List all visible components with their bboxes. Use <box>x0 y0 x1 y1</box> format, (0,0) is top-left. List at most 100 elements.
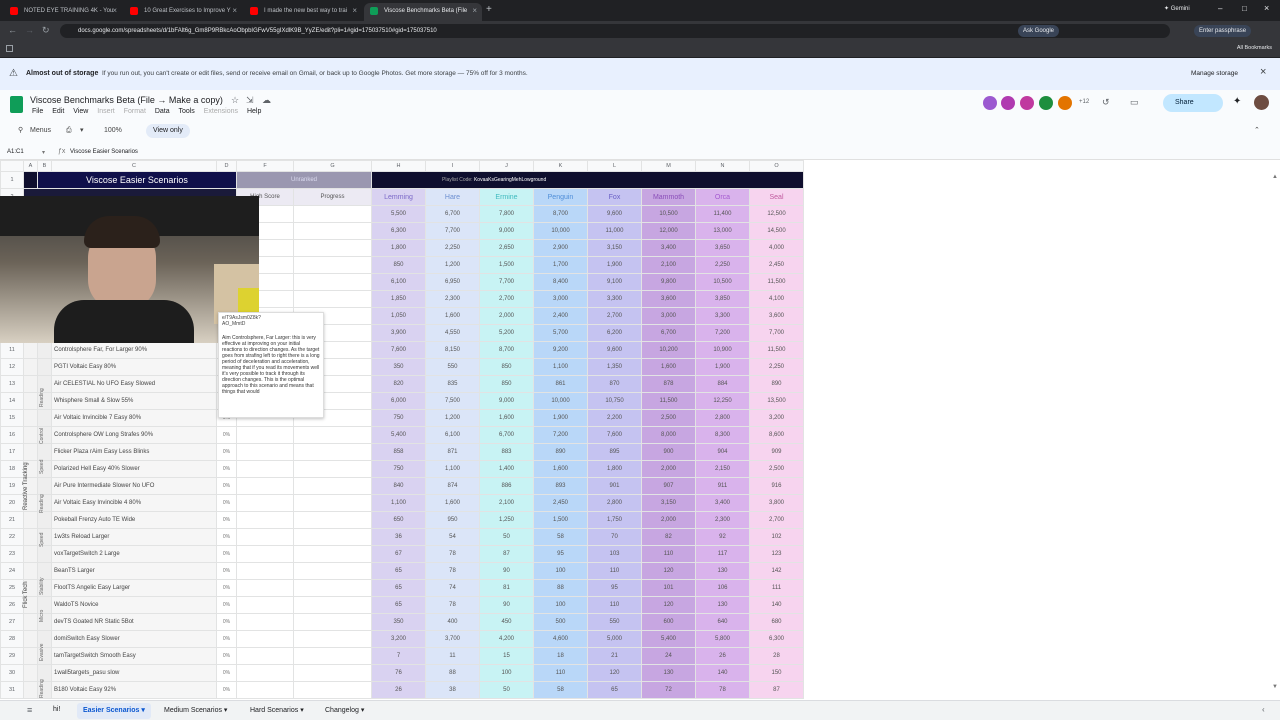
close-tab-icon[interactable]: × <box>352 3 357 19</box>
rank-threshold-cell[interactable]: 1,900 <box>587 256 642 274</box>
high-score-cell[interactable] <box>236 630 294 648</box>
rank-threshold-cell[interactable]: 3,000 <box>641 307 696 325</box>
rank-threshold-cell[interactable]: 640 <box>695 613 750 631</box>
menu-edit[interactable]: Edit <box>52 108 64 115</box>
gemini-sheets-icon[interactable]: ✦ <box>1233 96 1241 107</box>
scenario-name[interactable]: tamTargetSwitch Smooth Easy <box>51 647 217 665</box>
rank-threshold-cell[interactable]: 3,150 <box>641 494 696 512</box>
rank-threshold-cell[interactable]: 100 <box>479 664 534 682</box>
rank-threshold-cell[interactable]: 1,600 <box>479 409 534 427</box>
sheet-tab-hard-scenarios[interactable]: Hard Scenarios ▾ <box>250 706 304 714</box>
rank-threshold-cell[interactable]: 11 <box>425 647 480 665</box>
rank-threshold-cell[interactable]: 3,700 <box>425 630 480 648</box>
maximize-button[interactable]: □ <box>1242 4 1247 13</box>
rank-header-penguin[interactable]: Penguin <box>533 188 588 206</box>
rank-threshold-cell[interactable]: 50 <box>479 528 534 546</box>
progress-cell[interactable] <box>293 681 372 699</box>
scenario-name[interactable]: B180 Voltaic Easy 92% <box>51 681 217 699</box>
rank-threshold-cell[interactable]: 4,100 <box>749 290 804 308</box>
rank-threshold-cell[interactable]: 900 <box>641 443 696 461</box>
rank-threshold-cell[interactable]: 90 <box>479 562 534 580</box>
rank-threshold-cell[interactable]: 81 <box>479 579 534 597</box>
progress-percent[interactable]: 0% <box>216 630 237 648</box>
rank-threshold-cell[interactable]: 893 <box>533 477 588 495</box>
rank-threshold-cell[interactable]: 650 <box>371 511 426 529</box>
rank-threshold-cell[interactable]: 2,800 <box>587 494 642 512</box>
progress-percent[interactable]: 0% <box>216 579 237 597</box>
menu-data[interactable]: Data <box>155 108 170 115</box>
rank-threshold-cell[interactable]: 14,500 <box>749 222 804 240</box>
scenario-name[interactable]: Air CELESTIAL No UFO Easy Slowed <box>51 375 217 393</box>
rank-threshold-cell[interactable]: 1,600 <box>641 358 696 376</box>
sheet-tab-medium-scenarios[interactable]: Medium Scenarios ▾ <box>164 706 227 714</box>
sheet-tab-easier-scenarios[interactable]: Easier Scenarios ▾ <box>77 703 151 719</box>
rank-threshold-cell[interactable]: 7 <box>371 647 426 665</box>
rank-threshold-cell[interactable]: 13,000 <box>695 222 750 240</box>
row-number[interactable]: 14 <box>0 392 24 410</box>
progress-cell[interactable] <box>293 511 372 529</box>
scenario-name[interactable]: FlootTS Angelic Easy Larger <box>51 579 217 597</box>
rank-threshold-cell[interactable]: 883 <box>479 443 534 461</box>
rank-threshold-cell[interactable]: 7,500 <box>425 392 480 410</box>
rank-threshold-cell[interactable]: 3,300 <box>587 290 642 308</box>
high-score-cell[interactable] <box>236 647 294 665</box>
star-icon[interactable]: ☆ <box>231 95 239 106</box>
rank-threshold-cell[interactable]: 11,000 <box>587 222 642 240</box>
high-score-cell[interactable] <box>236 443 294 461</box>
rank-threshold-cell[interactable]: 12,500 <box>749 205 804 223</box>
high-score-cell[interactable] <box>236 477 294 495</box>
avatar[interactable] <box>1058 96 1072 110</box>
formula-input[interactable]: Viscose Easier Scenarios <box>70 149 138 155</box>
menu-view[interactable]: View <box>73 108 88 115</box>
progress-cell[interactable] <box>293 222 372 240</box>
rank-threshold-cell[interactable]: 3,400 <box>641 239 696 257</box>
browser-tab[interactable]: I made the new best way to trai × <box>244 3 362 21</box>
progress-cell[interactable] <box>293 426 372 444</box>
rank-threshold-cell[interactable]: 2,700 <box>587 307 642 325</box>
rank-threshold-cell[interactable]: 835 <box>425 375 480 393</box>
rank-threshold-cell[interactable]: 11,500 <box>641 392 696 410</box>
rank-threshold-cell[interactable]: 3,000 <box>533 290 588 308</box>
back-icon[interactable]: ← <box>8 25 17 35</box>
rank-threshold-cell[interactable]: 6,950 <box>425 273 480 291</box>
rank-threshold-cell[interactable]: 6,300 <box>749 630 804 648</box>
high-score-cell[interactable] <box>236 579 294 597</box>
presence-count[interactable]: +12 <box>1079 99 1089 105</box>
cloud-status-icon[interactable]: ☁ <box>262 95 271 106</box>
rank-threshold-cell[interactable]: 2,300 <box>425 290 480 308</box>
scenario-name[interactable]: WaldoTS Novice <box>51 596 217 614</box>
rank-threshold-cell[interactable]: 10,500 <box>641 205 696 223</box>
progress-cell[interactable] <box>293 273 372 291</box>
category-cell[interactable] <box>23 392 38 410</box>
rank-threshold-cell[interactable]: 850 <box>479 375 534 393</box>
rank-threshold-cell[interactable]: 87 <box>479 545 534 563</box>
rank-threshold-cell[interactable]: 110 <box>587 562 642 580</box>
rank-threshold-cell[interactable]: 2,200 <box>587 409 642 427</box>
rank-header-orca[interactable]: Orca <box>695 188 750 206</box>
sheet-tab-changelog[interactable]: Changelog ▾ <box>325 706 364 714</box>
scenario-name[interactable]: domiSwitch Easy Slower <box>51 630 217 648</box>
rank-threshold-cell[interactable]: 120 <box>641 596 696 614</box>
high-score-cell[interactable] <box>236 613 294 631</box>
search-menus-icon[interactable]: ⚲ <box>18 124 23 138</box>
rank-threshold-cell[interactable]: 2,700 <box>479 290 534 308</box>
rank-threshold-cell[interactable]: 1,250 <box>479 511 534 529</box>
category-cell[interactable] <box>23 375 38 393</box>
progress-percent[interactable]: 0% <box>216 460 237 478</box>
playlist-code-cell[interactable]: Playlist Code: KovaaKsGearingMehLowgroun… <box>371 171 804 189</box>
select-all-corner[interactable] <box>0 160 24 172</box>
scenario-name[interactable]: devTS Goated NR Static 5Bot <box>51 613 217 631</box>
progress-percent[interactable]: 0% <box>216 528 237 546</box>
row-number[interactable]: 27 <box>0 613 24 631</box>
column-header[interactable]: D <box>216 160 237 172</box>
rank-threshold-cell[interactable]: 1,200 <box>425 256 480 274</box>
menu-insert[interactable]: Insert <box>97 108 115 115</box>
progress-percent[interactable]: 0% <box>216 545 237 563</box>
progress-percent[interactable]: 0% <box>216 477 237 495</box>
rank-threshold-cell[interactable]: 78 <box>425 562 480 580</box>
rank-threshold-cell[interactable]: 7,200 <box>695 324 750 342</box>
rank-threshold-cell[interactable]: 10,500 <box>695 273 750 291</box>
apps-icon[interactable] <box>6 45 13 52</box>
rank-threshold-cell[interactable]: 7,700 <box>479 273 534 291</box>
rank-threshold-cell[interactable]: 6,700 <box>641 324 696 342</box>
